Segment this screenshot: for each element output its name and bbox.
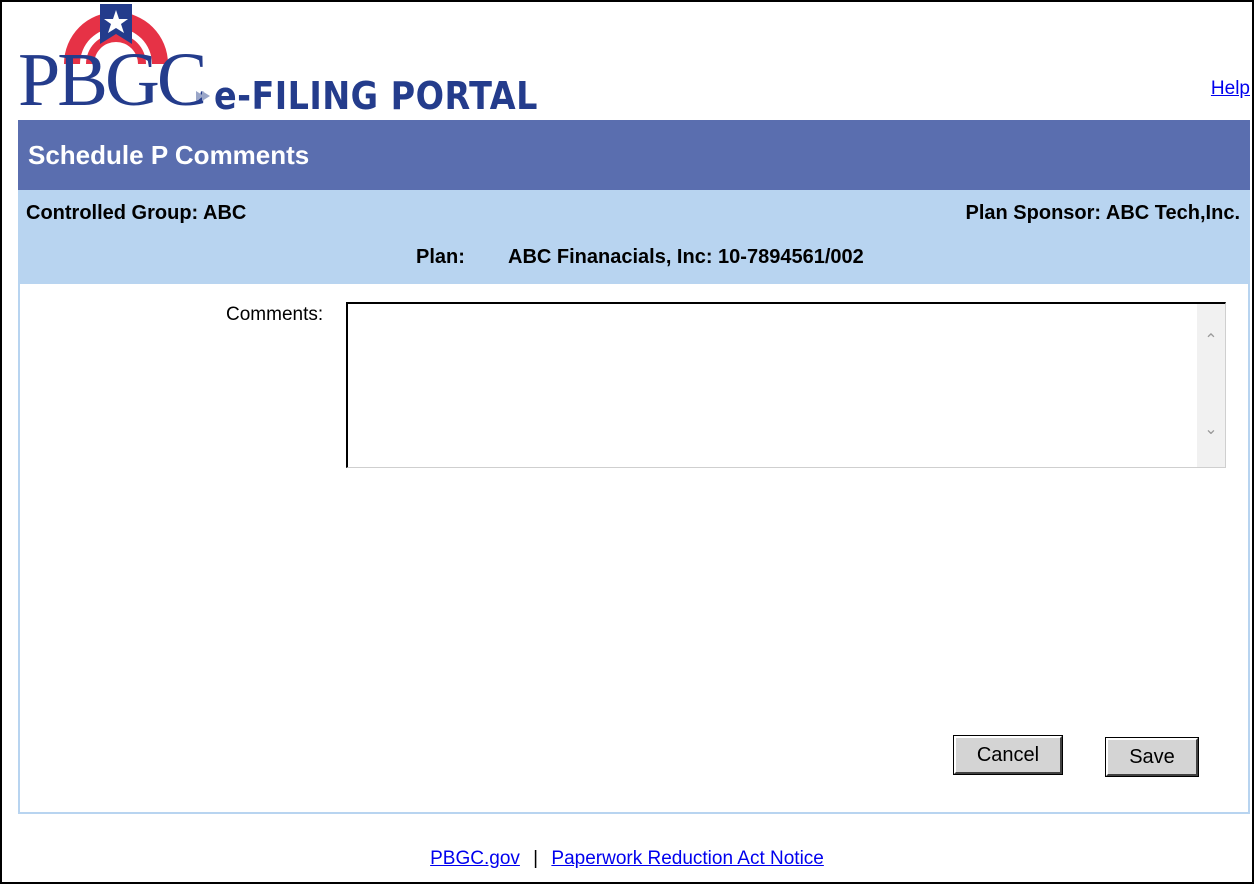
save-button[interactable]: Save [1105,737,1199,777]
plan-sponsor: Plan Sponsor: ABC Tech,Inc. [966,202,1241,225]
chevron-down-icon[interactable]: ⌄ [1197,417,1225,443]
comments-textarea[interactable] [348,304,1198,466]
paperwork-notice-link[interactable]: Paperwork Reduction Act Notice [551,848,823,869]
plan-value: ABC Finanacials, Inc: 10-7894561/002 [508,246,864,268]
comments-form: Comments: ⌃ ⌄ Cancel Save [18,284,1250,814]
controlled-group-value: ABC [203,202,247,224]
cancel-button[interactable]: Cancel [953,735,1063,775]
page-header: PBGC e-FILING PORTAL Help [18,2,1250,120]
info-bar: Controlled Group: ABC Plan Sponsor: ABC … [18,190,1250,284]
comments-label: Comments: [226,304,324,325]
controlled-group-label: Controlled Group: [26,202,199,224]
pbgc-gov-link[interactable]: PBGC.gov [430,848,520,869]
footer: PBGC.gov | Paperwork Reduction Act Notic… [2,848,1252,870]
title-bar: Schedule P Comments [18,120,1250,190]
comments-scrollbar[interactable]: ⌃ ⌄ [1197,304,1225,467]
portal-title: e-FILING PORTAL [214,74,538,118]
footer-separator: | [533,848,539,869]
plan-label: Plan: [416,246,465,268]
comments-field-frame: ⌃ ⌄ [346,302,1226,468]
chevron-up-icon[interactable]: ⌃ [1197,328,1225,354]
plan-sponsor-label: Plan Sponsor: [965,202,1102,224]
page-title: Schedule P Comments [28,140,310,170]
help-link[interactable]: Help [1211,78,1250,100]
controlled-group: Controlled Group: ABC [26,202,246,225]
logo-text: PBGC [18,38,208,122]
arrow-icon [196,91,210,101]
plan-sponsor-value: ABC Tech,Inc. [1105,202,1240,224]
